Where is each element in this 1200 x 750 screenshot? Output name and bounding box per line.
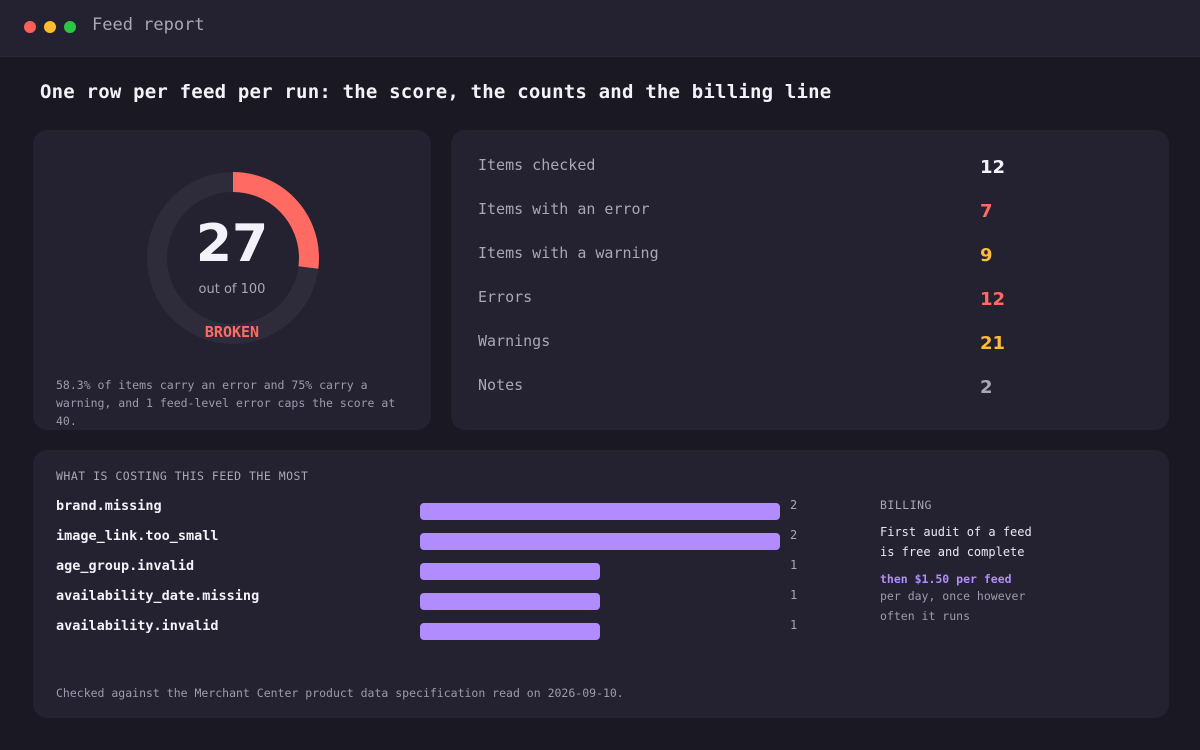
- cost-bar: [420, 503, 780, 520]
- cost-rule-name: age_group.invalid: [56, 558, 195, 574]
- score-card: 27 out of 100 BROKEN 58.3% of items carr…: [33, 130, 431, 430]
- count-row-items-with-warning: Items with a warning 9: [478, 244, 1138, 274]
- cost-bar: [420, 623, 600, 640]
- page-title: One row per feed per run: the score, the…: [40, 81, 832, 103]
- count-label: Errors: [478, 288, 533, 306]
- cost-count: 1: [790, 618, 798, 632]
- spec-footnote: Checked against the Merchant Center prod…: [56, 686, 624, 700]
- count-label: Warnings: [478, 332, 551, 350]
- count-row-items-with-error: Items with an error 7: [478, 200, 1138, 230]
- count-value: 7: [980, 201, 993, 222]
- cost-rule-name: availability.invalid: [56, 618, 219, 634]
- count-row-items-checked: Items checked 12: [478, 156, 1138, 186]
- title-bar: Feed report: [0, 0, 1200, 57]
- cost-row: image_link.too_small 2: [56, 528, 816, 552]
- cost-row: availability_date.missing 1: [56, 588, 816, 612]
- count-label: Items checked: [478, 156, 596, 174]
- score-value: 27: [195, 214, 269, 274]
- score-status: BROKEN: [204, 323, 260, 341]
- cost-row: brand.missing 2: [56, 498, 816, 522]
- minimize-window-button[interactable]: [44, 21, 56, 33]
- close-window-button[interactable]: [24, 21, 36, 33]
- cost-count: 2: [790, 528, 798, 542]
- cost-rule-name: availability_date.missing: [56, 588, 260, 604]
- count-value: 12: [980, 157, 1006, 178]
- costs-card: WHAT IS COSTING THIS FEED THE MOST brand…: [33, 450, 1169, 718]
- cost-row: age_group.invalid 1: [56, 558, 816, 582]
- cost-count: 1: [790, 558, 798, 572]
- cost-rule-name: brand.missing: [56, 498, 162, 514]
- cost-rule-name: image_link.too_small: [56, 528, 219, 544]
- cost-count: 1: [790, 588, 798, 602]
- cost-bar: [420, 563, 600, 580]
- cost-bar: [420, 533, 780, 550]
- billing-panel: BILLING First audit of a feed is free an…: [880, 498, 1150, 626]
- billing-heading: BILLING: [880, 498, 932, 512]
- app-window: Feed report One row per feed per run: th…: [0, 0, 1200, 750]
- billing-price: then $1.50 per feed: [880, 572, 1012, 586]
- count-row-warnings: Warnings 21: [478, 332, 1138, 362]
- score-note: 58.3% of items carry an error and 75% ca…: [56, 378, 396, 428]
- counts-card: Items checked 12 Items with an error 7 I…: [451, 130, 1169, 430]
- count-row-notes: Notes 2: [478, 376, 1138, 406]
- count-value: 21: [980, 333, 1006, 354]
- count-label: Items with a warning: [478, 244, 659, 262]
- cost-count: 2: [790, 498, 798, 512]
- count-value: 2: [980, 377, 993, 398]
- billing-free-note: First audit of a feed is free and comple…: [880, 525, 1032, 559]
- cost-bar: [420, 593, 600, 610]
- count-row-errors: Errors 12: [478, 288, 1138, 318]
- maximize-window-button[interactable]: [64, 21, 76, 33]
- cost-row: availability.invalid 1: [56, 618, 816, 642]
- billing-frequency-note: per day, once however often it runs: [880, 589, 1026, 623]
- count-value: 12: [980, 289, 1006, 310]
- count-label: Items with an error: [478, 200, 650, 218]
- count-label: Notes: [478, 376, 524, 394]
- count-value: 9: [980, 245, 993, 266]
- score-out-of: out of 100: [198, 282, 266, 297]
- window-title: Feed report: [92, 15, 205, 35]
- costs-heading: WHAT IS COSTING THIS FEED THE MOST: [56, 469, 309, 483]
